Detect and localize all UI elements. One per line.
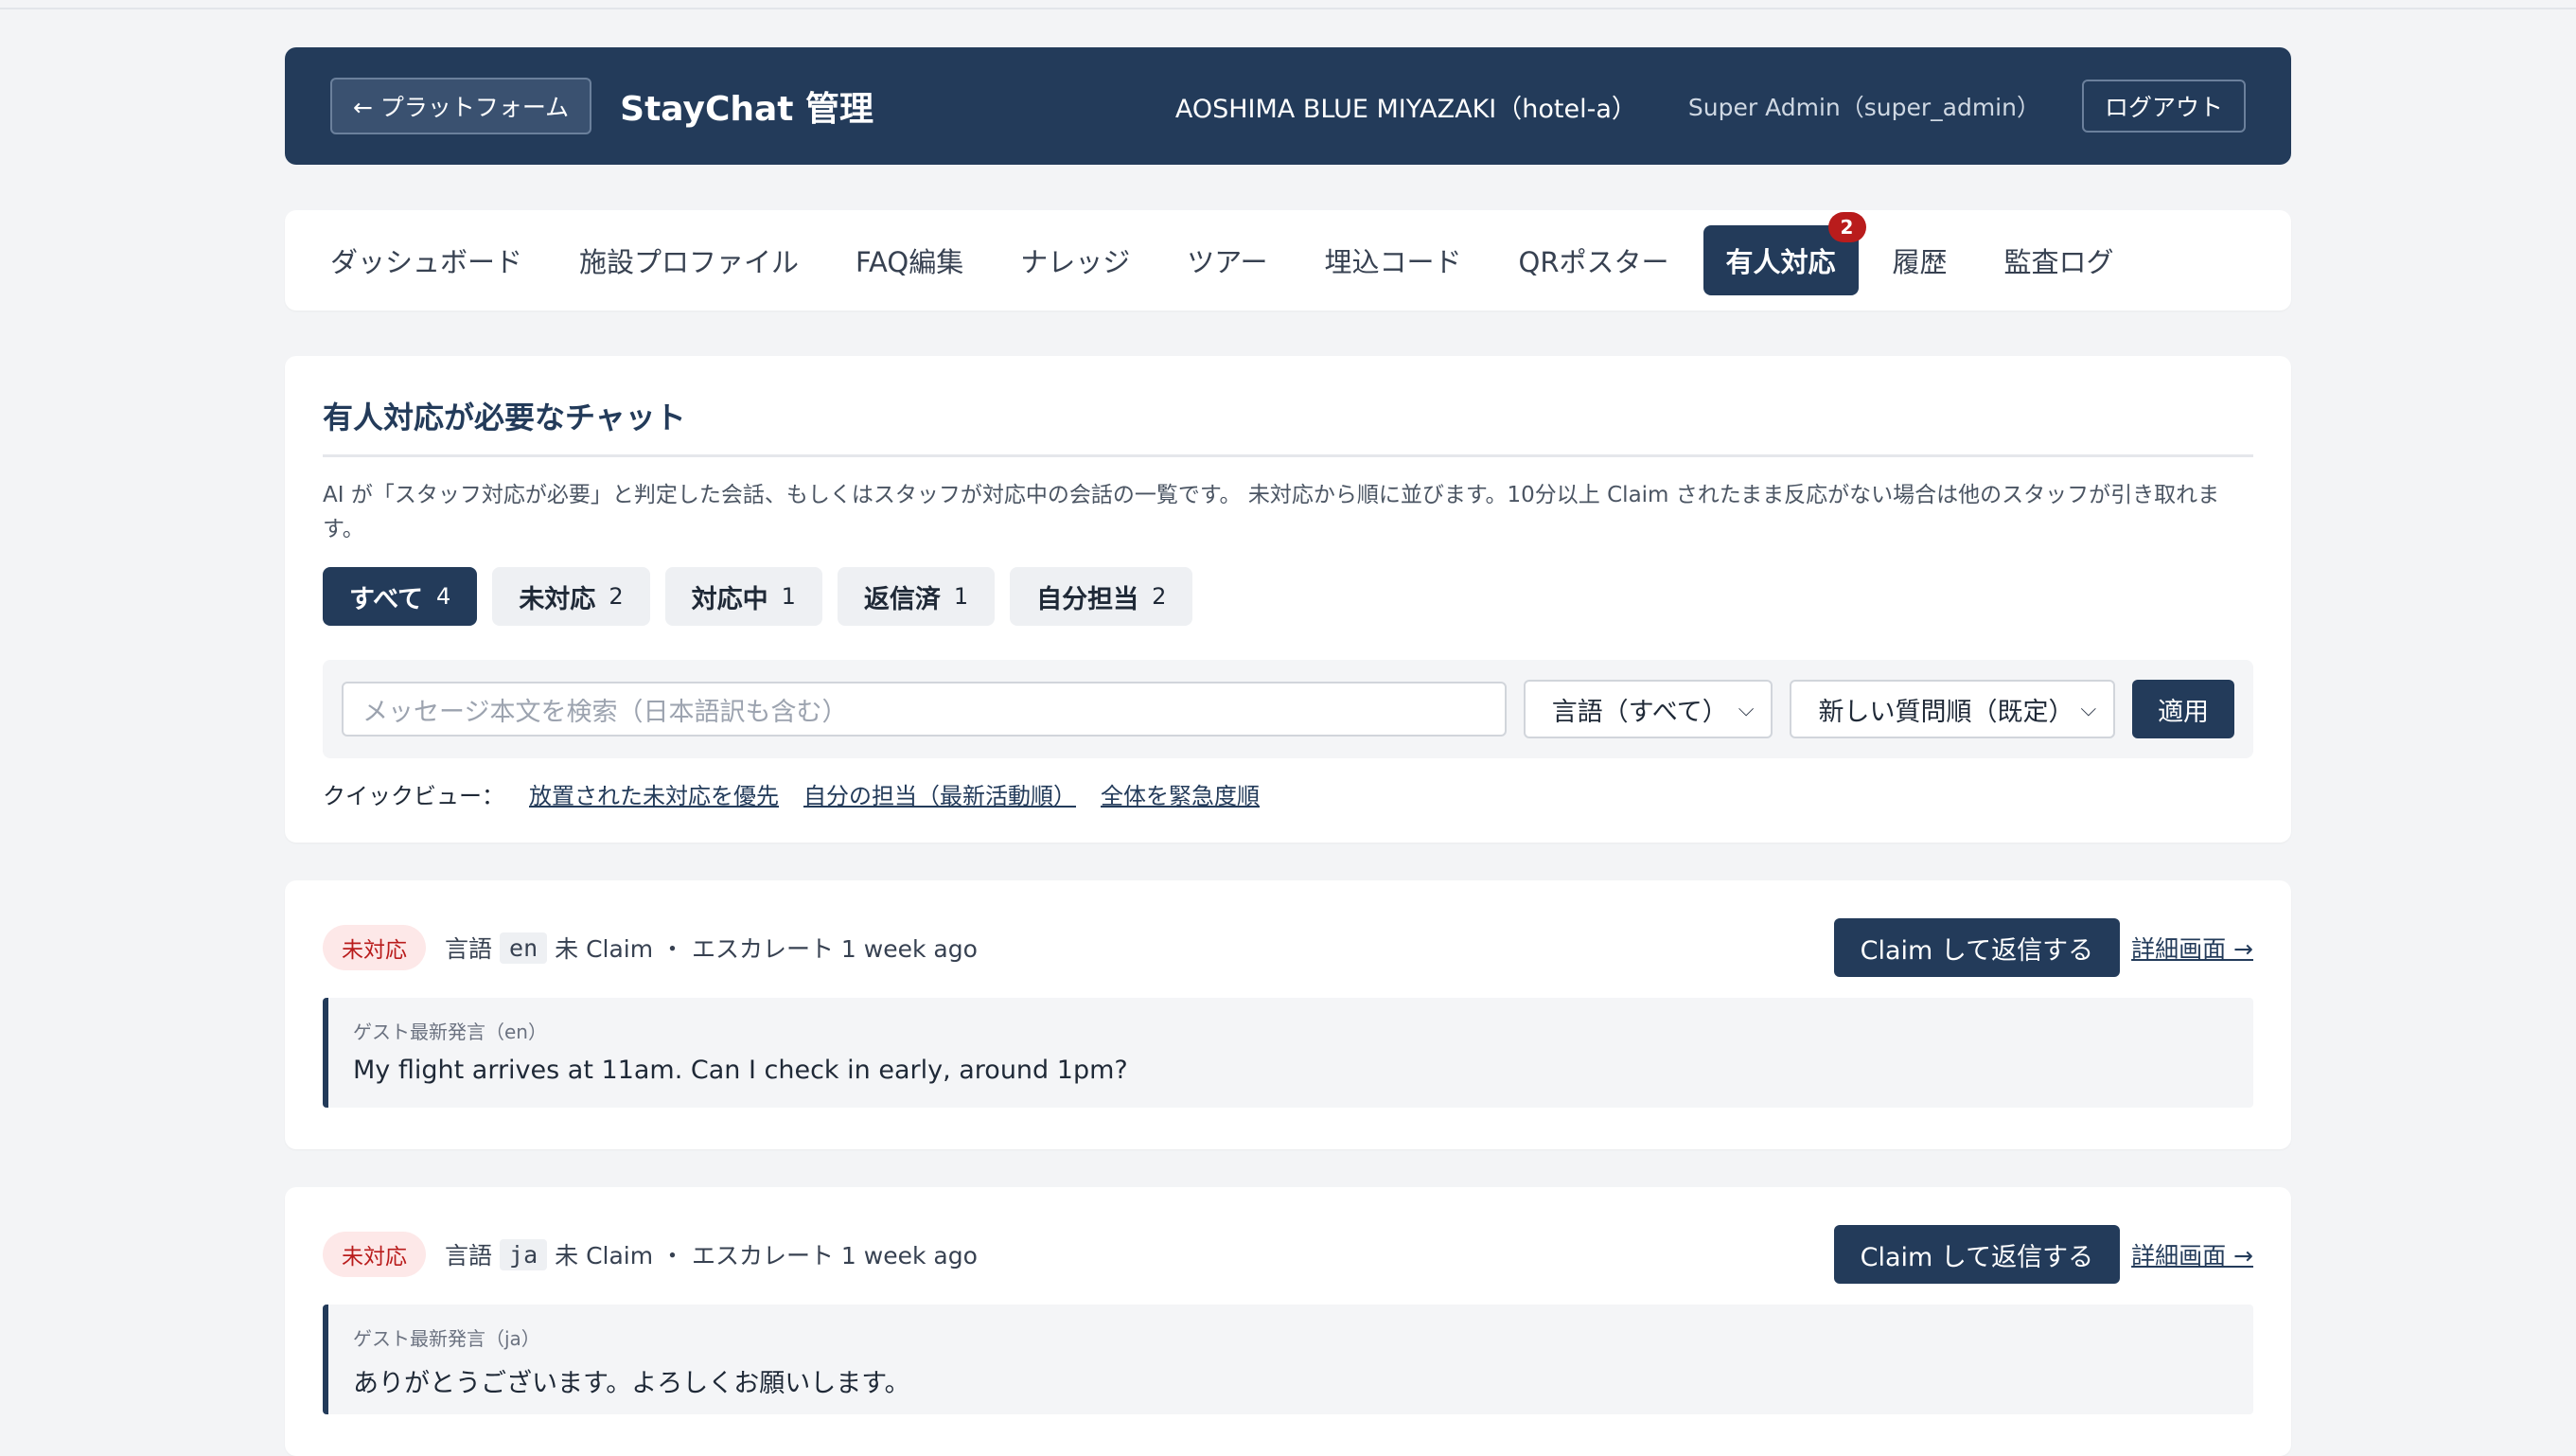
conversation-card: 未対応 言語 en 未 Claim ・ エスカレート 1 week ago Cl… <box>285 880 2291 1149</box>
filter-mine[interactable]: 自分担当 2 <box>1010 567 1193 626</box>
tab-human-support-label: 有人対応 <box>1725 246 1836 278</box>
search-input[interactable]: メッセージ本文を検索（日本語訳も含む） <box>342 682 1507 737</box>
tab-faq-edit[interactable]: FAQ編集 <box>833 225 986 295</box>
tab-qr-poster[interactable]: QRポスター <box>1496 225 1692 295</box>
tab-audit-log[interactable]: 監査ログ <box>1982 225 2137 295</box>
quick-view-stale-unhandled[interactable]: 放置された未対応を優先 <box>529 777 779 810</box>
language-select-value: 言語（すべて） <box>1551 697 1728 727</box>
filter-label: 自分担当 <box>1036 584 1139 614</box>
tab-facility-profile[interactable]: 施設プロファイル <box>556 225 821 295</box>
quick-view-label: クイックビュー： <box>323 783 504 809</box>
detail-link[interactable]: 詳細画面 → <box>2131 931 2253 965</box>
current-user: Super Admin（super_admin） <box>1687 94 2040 121</box>
apply-button[interactable]: 適用 <box>2132 680 2234 738</box>
tab-tours[interactable]: ツアー <box>1164 225 1290 295</box>
tab-embed-code[interactable]: 埋込コード <box>1302 225 1485 295</box>
language-select[interactable]: 言語（すべて） ⌵ <box>1523 680 1773 738</box>
conversation-header: 未対応 言語 ja 未 Claim ・ エスカレート 1 week ago Cl… <box>323 1225 2253 1284</box>
page-container: ← プラットフォーム StayChat 管理 AOSHIMA BLUE MIYA… <box>285 47 2291 1456</box>
filter-count: 2 <box>1152 583 1167 610</box>
language-code: ja <box>500 1238 548 1270</box>
tab-knowledge[interactable]: ナレッジ <box>997 225 1153 295</box>
language-label: 言語 <box>445 1242 493 1270</box>
filter-count: 2 <box>609 583 624 610</box>
conversation-card: 未対応 言語 ja 未 Claim ・ エスカレート 1 week ago Cl… <box>285 1187 2291 1456</box>
message-text: ありがとうございます。よろしくお願いします。 <box>353 1369 910 1398</box>
claim-reply-button[interactable]: Claim して返信する <box>1833 918 2121 977</box>
main-tabs: ダッシュボード 施設プロファイル FAQ編集 ナレッジ ツアー 埋込コード QR… <box>285 210 2291 311</box>
sort-select-value: 新しい質問順（既定） <box>1818 697 2074 727</box>
chevron-down-icon: ⌵ <box>1738 697 1755 721</box>
filter-unhandled[interactable]: 未対応 2 <box>492 567 650 626</box>
language-code: en <box>500 932 548 964</box>
status-filter-group: すべて 4 未対応 2 対応中 1 返信済 1 自分担当 2 <box>323 567 2253 626</box>
conversation-header: 未対応 言語 en 未 Claim ・ エスカレート 1 week ago Cl… <box>323 918 2253 977</box>
sort-select[interactable]: 新しい質問順（既定） ⌵ <box>1790 680 2116 738</box>
message-label: ゲスト最新発言（ja） <box>353 1327 540 1350</box>
filter-count: 4 <box>436 583 451 610</box>
window-top-border <box>0 0 2576 9</box>
back-to-platform-button[interactable]: ← プラットフォーム <box>330 78 592 134</box>
latest-guest-message: ゲスト最新発言（ja） ありがとうございます。よろしくお願いします。 <box>323 1305 2253 1414</box>
page-title: 有人対応が必要なチャット <box>323 394 2253 457</box>
message-text: My flight arrives at 11am. Can I check i… <box>353 1056 1128 1085</box>
quick-view-my-assignments[interactable]: 自分の担当（最新活動順） <box>803 777 1076 810</box>
quick-views: クイックビュー： 放置された未対応を優先 自分の担当（最新活動順） 全体を緊急度… <box>323 777 2253 810</box>
message-label: ゲスト最新発言（en） <box>353 1021 547 1043</box>
latest-guest-message: ゲスト最新発言（en） My flight arrives at 11am. C… <box>323 998 2253 1108</box>
filter-all[interactable]: すべて 4 <box>323 567 478 626</box>
language-label: 言語 <box>445 935 493 963</box>
claim-escalation-info: 未 Claim ・ エスカレート 1 week ago <box>555 1242 978 1270</box>
hotel-name: AOSHIMA BLUE MIYAZAKI（hotel-a） <box>1174 94 1637 124</box>
conversation-meta: 言語 ja 未 Claim ・ エスカレート 1 week ago <box>445 1237 978 1271</box>
chevron-down-icon: ⌵ <box>2080 697 2097 721</box>
status-badge: 未対応 <box>323 1232 426 1277</box>
search-bar: メッセージ本文を検索（日本語訳も含む） 言語（すべて） ⌵ 新しい質問順（既定）… <box>323 660 2253 758</box>
app-header: ← プラットフォーム StayChat 管理 AOSHIMA BLUE MIYA… <box>285 47 2291 165</box>
filter-label: 未対応 <box>519 584 596 614</box>
filter-count: 1 <box>953 583 969 610</box>
logout-button[interactable]: ログアウト <box>2081 80 2246 133</box>
claim-escalation-info: 未 Claim ・ エスカレート 1 week ago <box>555 935 978 963</box>
tab-dashboard[interactable]: ダッシュボード <box>308 225 545 295</box>
quick-view-urgency[interactable]: 全体を緊急度順 <box>1101 777 1260 810</box>
page-description: AI が「スタッフ対応が必要」と判定した会話、もしくはスタッフが対応中の会話の一… <box>323 483 2220 542</box>
filter-count: 1 <box>781 583 796 610</box>
filter-label: 返信済 <box>863 584 941 614</box>
pending-count-badge: 2 <box>1827 212 1866 242</box>
filter-label: すべて <box>349 584 424 614</box>
tab-human-support[interactable]: 有人対応 2 <box>1703 212 1866 295</box>
human-support-panel: 有人対応が必要なチャット AI が「スタッフ対応が必要」と判定した会話、もしくは… <box>285 356 2291 843</box>
claim-reply-button[interactable]: Claim して返信する <box>1833 1225 2121 1284</box>
filter-label: 対応中 <box>691 584 768 614</box>
status-badge: 未対応 <box>323 925 426 970</box>
detail-link[interactable]: 詳細画面 → <box>2131 1237 2253 1271</box>
filter-in-progress[interactable]: 対応中 1 <box>664 567 822 626</box>
app-title: StayChat 管理 <box>620 90 874 129</box>
filter-replied[interactable]: 返信済 1 <box>837 567 996 626</box>
tab-history[interactable]: 履歴 <box>1870 225 1970 295</box>
conversation-meta: 言語 en 未 Claim ・ エスカレート 1 week ago <box>445 931 978 965</box>
